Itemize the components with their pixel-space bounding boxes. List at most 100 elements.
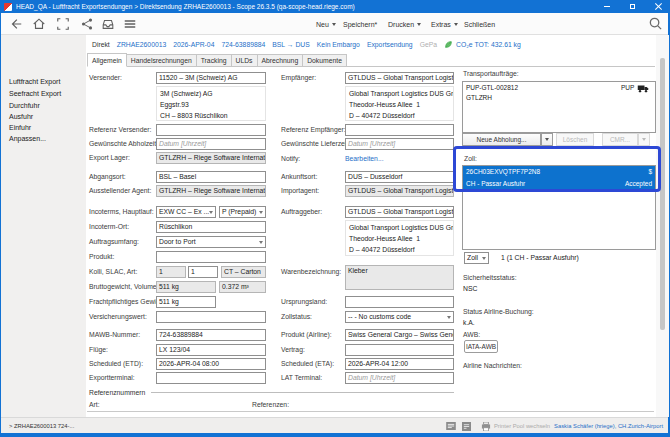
field-frachtpflichtiges-gewicht[interactable]: 511 kg (156, 296, 216, 308)
neue-abholung-dropdown[interactable] (541, 133, 553, 146)
statusbar-shipment-tab[interactable]: > ZRHAE2600013 724-... (9, 423, 74, 429)
label-airline-nachrichten: Airline Nachrichten: (463, 362, 522, 369)
field-ankunftsort[interactable]: DUS – Dusseldorf (345, 171, 454, 183)
field-scheduled-eta[interactable]: 2026-APR-04 12:00 (345, 358, 454, 370)
field-incoterm-ort[interactable]: Rüschlikon (156, 221, 266, 233)
field-exportterminal[interactable] (156, 372, 266, 384)
share-icon[interactable] (80, 17, 94, 31)
field-export-lager[interactable]: GTLZRH – Riege Software Internation (156, 152, 266, 164)
tab-handelsrechnungen[interactable]: Handelsrechnungen (126, 54, 197, 67)
tab-abrechnung[interactable]: Abrechnung (257, 54, 304, 67)
select-incoterms[interactable]: EXW CC – Ex ... (156, 206, 216, 218)
tab-dokumente[interactable]: Dokumente (302, 54, 347, 67)
field-lat-terminal[interactable]: Datum [Uhrzeit] (345, 372, 454, 384)
select-payment[interactable]: P (Prepaid) (219, 206, 266, 218)
field-referenz-versender[interactable] (156, 124, 266, 136)
cmr-button[interactable]: CMR... (602, 133, 638, 146)
sidebar-item-seefracht-export[interactable]: Seefracht Export (9, 90, 61, 97)
printer-pool-link[interactable]: Printer Pool wechseln (494, 423, 550, 429)
menu-neu[interactable]: Neu (316, 13, 336, 35)
list-icon[interactable] (123, 17, 137, 31)
neue-abholung-button[interactable]: Neue Abholung... (462, 133, 541, 146)
home-icon[interactable] (32, 17, 46, 31)
field-auftraggeber[interactable]: GTLDUS – Global Transport Logistics (345, 206, 454, 218)
field-versender[interactable]: 11520 – 3M (Schweiz) AG (156, 72, 266, 84)
sidebar-item-luftfracht-export[interactable]: Luftfracht Export (9, 78, 60, 85)
field-produkt[interactable] (156, 251, 266, 263)
field-kolli[interactable]: 1 (156, 266, 186, 278)
sidebar-item-ausfuhr[interactable]: Ausfuhr (9, 113, 33, 120)
label-referenz-versender: Referenz Versender: (89, 126, 151, 133)
menu-speichern[interactable]: Speichern* (343, 13, 377, 35)
zoll-selected-item[interactable]: 26CH03EXVQTPF7P2N8$ CH - Passar AusfuhrA… (463, 166, 655, 189)
tab-ulds[interactable]: ULDs (231, 54, 258, 67)
label-awb: AWB: (463, 331, 480, 338)
field-mawb-nummer[interactable]: 724-63889884 (156, 329, 266, 341)
field-abholzeit[interactable]: Datum [Uhrzeit] (156, 138, 266, 150)
minimize-button[interactable] (604, 6, 610, 7)
field-referenz-empfaenger[interactable] (345, 124, 454, 136)
menu-schliessen[interactable]: Schließen (464, 13, 495, 35)
zoll-combo[interactable]: Zoll (464, 252, 489, 264)
label-art: Art: (89, 401, 100, 408)
cmr-dropdown[interactable] (638, 133, 650, 146)
printer-icon[interactable] (481, 422, 491, 431)
summary-shipment-link[interactable]: ZRHAE2600013 (117, 41, 167, 48)
label-scheduled-etd: Scheduled (ETD): (89, 360, 143, 367)
summary-embargo-link[interactable]: Kein Embargo (317, 41, 360, 48)
statusbar-note-icon[interactable] (462, 422, 471, 431)
fullscreen-icon[interactable] (56, 17, 70, 31)
maximize-button[interactable] (630, 4, 635, 9)
transport-item-line1[interactable]: PUP-GTL-002812 (466, 84, 518, 91)
search-icon[interactable] (648, 16, 662, 30)
label-kolli-slac-art: Kolli, SLAC, Art: (89, 268, 137, 275)
field-scheduled-etd[interactable]: 2026-APR-04 08:00 (156, 358, 266, 370)
select-zollstatus[interactable]: -- - No customs code (345, 311, 454, 323)
tab-tracking[interactable]: Tracking (196, 54, 232, 67)
sidebar-item-durchfuhr[interactable]: Durchfuhr (9, 102, 40, 109)
summary-sendung-link[interactable]: Exportsendung (367, 41, 413, 48)
menu-drucken[interactable]: Drucken (388, 13, 421, 35)
loeschen-button[interactable]: Löschen (556, 133, 594, 146)
field-produkt-airline[interactable]: Swiss General Cargo – Swiss General (345, 329, 454, 341)
label-ankunftsort: Ankunftsort: (281, 173, 317, 180)
field-versicherungswert[interactable] (156, 311, 266, 323)
label-versender: Versender: (89, 74, 122, 81)
select-auftragsumfang[interactable]: Door to Port (156, 236, 266, 248)
zoll-declaration-id: 26CH03EXVQTPF7P2N8 (466, 166, 540, 178)
field-vertrag[interactable] (345, 344, 454, 356)
sidebar-item-anpassen[interactable]: Anpassen... (9, 135, 46, 142)
field-bruttogewicht[interactable]: 511 kg (156, 281, 216, 293)
sidebar-item-einfuhr[interactable]: Einfuhr (9, 124, 31, 131)
field-ursprungsland[interactable] (345, 296, 454, 308)
menu-extras[interactable]: Extras (431, 13, 458, 35)
app-icon (4, 3, 12, 11)
notify-bearbeiten-link[interactable]: Bearbeiten... (345, 155, 384, 162)
close-button[interactable] (655, 3, 662, 10)
zoll-dollar: $ (648, 166, 652, 178)
label-sicherheitsstatus: Sicherheitsstatus: (463, 274, 517, 281)
field-abgangsort[interactable]: BSL – Basel (156, 171, 266, 183)
field-warenbezeichnung[interactable]: Kleber (345, 265, 454, 290)
field-ausstellender-agent[interactable]: GTLZRH – Riege Software Internation (156, 185, 266, 197)
field-importagent[interactable]: GTLDUS – Global Transport Logistics (345, 185, 454, 197)
summary-route-link[interactable]: BSL → DUS (272, 41, 310, 48)
inbox-icon[interactable] (101, 17, 115, 31)
field-volumen[interactable]: 0.372 m³ (219, 281, 266, 293)
transport-item-line2[interactable]: GTLZRH (466, 94, 492, 101)
scrollbar-thumb[interactable] (660, 58, 665, 330)
back-icon[interactable] (9, 17, 23, 31)
iata-awb-button[interactable]: IATA-AWB (464, 340, 498, 353)
field-fluege[interactable]: LX 123/04 (156, 344, 266, 356)
summary-date-link[interactable]: 2026-APR-04 (173, 41, 214, 48)
summary-awb-link[interactable]: 724-63889884 (221, 41, 265, 48)
statusbar-list-icon[interactable] (446, 422, 456, 430)
summary-co2-link[interactable]: CO₂e TOT: 432.61 kg (456, 41, 521, 48)
field-slac[interactable]: 1 (188, 266, 218, 278)
field-empfaenger[interactable]: GTLDUS – Global Transport Logistics (345, 72, 454, 84)
field-lieferzeit[interactable]: Datum [Uhrzeit] (345, 138, 454, 150)
tab-allgemein[interactable]: Allgemein (87, 53, 127, 67)
field-art[interactable]: CT – Carton (221, 266, 266, 278)
label-produkt: Produkt: (89, 253, 114, 260)
sidebar: Luftfracht Export Seefracht Export Durch… (1, 35, 86, 417)
